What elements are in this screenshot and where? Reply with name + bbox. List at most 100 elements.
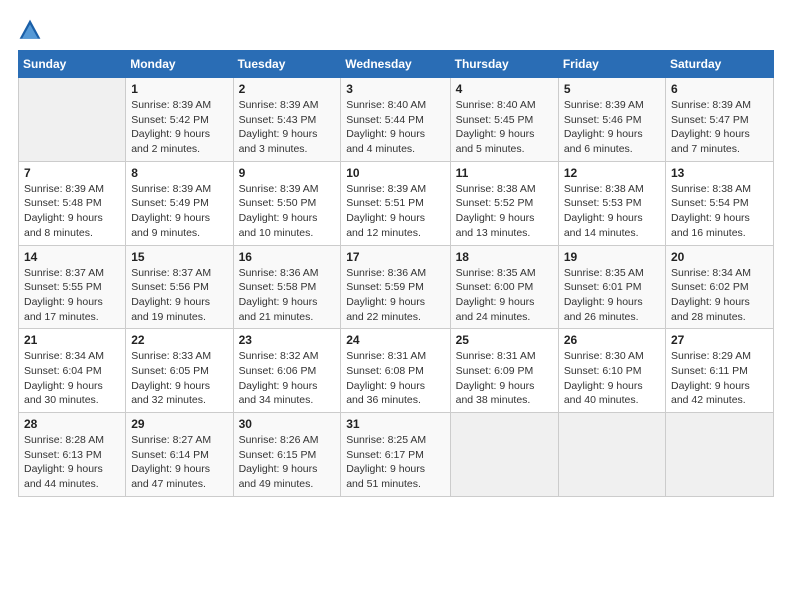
day-info: Sunrise: 8:29 AMSunset: 6:11 PMDaylight:… bbox=[671, 349, 768, 408]
day-info: Sunrise: 8:37 AMSunset: 5:56 PMDaylight:… bbox=[131, 266, 227, 325]
calendar-cell: 10 Sunrise: 8:39 AMSunset: 5:51 PMDayligh… bbox=[341, 161, 450, 245]
day-info: Sunrise: 8:39 AMSunset: 5:47 PMDaylight:… bbox=[671, 98, 768, 157]
day-info: Sunrise: 8:32 AMSunset: 6:06 PMDaylight:… bbox=[239, 349, 336, 408]
day-number: 9 bbox=[239, 166, 336, 180]
day-number: 15 bbox=[131, 250, 227, 264]
calendar-cell bbox=[450, 413, 558, 497]
day-info: Sunrise: 8:35 AMSunset: 6:00 PMDaylight:… bbox=[456, 266, 553, 325]
day-number: 13 bbox=[671, 166, 768, 180]
day-number: 20 bbox=[671, 250, 768, 264]
weekday-header-saturday: Saturday bbox=[666, 51, 774, 78]
calendar-cell: 31Sunrise: 8:25 AMSunset: 6:17 PMDayligh… bbox=[341, 413, 450, 497]
calendar-cell: 13 Sunrise: 8:38 AMSunset: 5:54 PMDayligh… bbox=[666, 161, 774, 245]
calendar-table: SundayMondayTuesdayWednesdayThursdayFrid… bbox=[18, 50, 774, 497]
calendar-cell: 24Sunrise: 8:31 AMSunset: 6:08 PMDayligh… bbox=[341, 329, 450, 413]
calendar-cell bbox=[558, 413, 665, 497]
day-info: Sunrise: 8:34 AMSunset: 6:02 PMDaylight:… bbox=[671, 266, 768, 325]
day-info: Sunrise: 8:35 AMSunset: 6:01 PMDaylight:… bbox=[564, 266, 660, 325]
day-number: 14 bbox=[24, 250, 120, 264]
day-number: 26 bbox=[564, 333, 660, 347]
day-info: Sunrise: 8:39 AMSunset: 5:51 PMDaylight:… bbox=[346, 182, 444, 241]
calendar-cell: 21 Sunrise: 8:34 AMSunset: 6:04 PMDayligh… bbox=[19, 329, 126, 413]
calendar-cell bbox=[666, 413, 774, 497]
day-info: Sunrise: 8:38 AMSunset: 5:54 PMDaylight:… bbox=[671, 182, 768, 241]
weekday-header-wednesday: Wednesday bbox=[341, 51, 450, 78]
day-info: Sunrise: 8:30 AMSunset: 6:10 PMDaylight:… bbox=[564, 349, 660, 408]
day-number: 3 bbox=[346, 82, 444, 96]
day-info: Sunrise: 8:39 AMSunset: 5:43 PMDaylight:… bbox=[239, 98, 336, 157]
calendar-cell: 7Sunrise: 8:39 AMSunset: 5:48 PMDaylight… bbox=[19, 161, 126, 245]
day-number: 28 bbox=[24, 417, 120, 431]
day-info: Sunrise: 8:39 AMSunset: 5:42 PMDaylight:… bbox=[131, 98, 227, 157]
day-number: 19 bbox=[564, 250, 660, 264]
calendar-cell: 2 Sunrise: 8:39 AMSunset: 5:43 PMDaylight… bbox=[233, 78, 341, 162]
day-number: 11 bbox=[456, 166, 553, 180]
calendar-cell: 17 Sunrise: 8:36 AMSunset: 5:59 PMDayligh… bbox=[341, 245, 450, 329]
day-info: Sunrise: 8:39 AMSunset: 5:49 PMDaylight:… bbox=[131, 182, 227, 241]
calendar-body: 1Sunrise: 8:39 AMSunset: 5:42 PMDaylight… bbox=[19, 78, 774, 497]
calendar-cell: 9Sunrise: 8:39 AMSunset: 5:50 PMDaylight… bbox=[233, 161, 341, 245]
calendar-cell: 28 Sunrise: 8:28 AMSunset: 6:13 PMDayligh… bbox=[19, 413, 126, 497]
calendar-header: SundayMondayTuesdayWednesdayThursdayFrid… bbox=[19, 51, 774, 78]
calendar-cell bbox=[19, 78, 126, 162]
day-info: Sunrise: 8:36 AMSunset: 5:59 PMDaylight:… bbox=[346, 266, 444, 325]
calendar-cell: 11 Sunrise: 8:38 AMSunset: 5:52 PMDayligh… bbox=[450, 161, 558, 245]
calendar-cell: 6 Sunrise: 8:39 AMSunset: 5:47 PMDaylight… bbox=[666, 78, 774, 162]
calendar-cell: 14 Sunrise: 8:37 AMSunset: 5:55 PMDayligh… bbox=[19, 245, 126, 329]
calendar-cell: 16 Sunrise: 8:36 AMSunset: 5:58 PMDayligh… bbox=[233, 245, 341, 329]
day-number: 12 bbox=[564, 166, 660, 180]
day-number: 25 bbox=[456, 333, 553, 347]
calendar-cell: 8 Sunrise: 8:39 AMSunset: 5:49 PMDaylight… bbox=[126, 161, 233, 245]
day-number: 30 bbox=[239, 417, 336, 431]
day-number: 6 bbox=[671, 82, 768, 96]
calendar-cell: 5 Sunrise: 8:39 AMSunset: 5:46 PMDaylight… bbox=[558, 78, 665, 162]
day-number: 23 bbox=[239, 333, 336, 347]
day-info: Sunrise: 8:38 AMSunset: 5:53 PMDaylight:… bbox=[564, 182, 660, 241]
day-number: 16 bbox=[239, 250, 336, 264]
day-number: 21 bbox=[24, 333, 120, 347]
calendar-cell: 3 Sunrise: 8:40 AMSunset: 5:44 PMDaylight… bbox=[341, 78, 450, 162]
day-info: Sunrise: 8:38 AMSunset: 5:52 PMDaylight:… bbox=[456, 182, 553, 241]
day-info: Sunrise: 8:31 AMSunset: 6:09 PMDaylight:… bbox=[456, 349, 553, 408]
day-info: Sunrise: 8:33 AMSunset: 6:05 PMDaylight:… bbox=[131, 349, 227, 408]
calendar-cell: 15 Sunrise: 8:37 AMSunset: 5:56 PMDayligh… bbox=[126, 245, 233, 329]
calendar-cell: 27Sunrise: 8:29 AMSunset: 6:11 PMDayligh… bbox=[666, 329, 774, 413]
day-info: Sunrise: 8:36 AMSunset: 5:58 PMDaylight:… bbox=[239, 266, 336, 325]
calendar-cell: 1Sunrise: 8:39 AMSunset: 5:42 PMDaylight… bbox=[126, 78, 233, 162]
day-info: Sunrise: 8:37 AMSunset: 5:55 PMDaylight:… bbox=[24, 266, 120, 325]
day-number: 31 bbox=[346, 417, 444, 431]
day-info: Sunrise: 8:39 AMSunset: 5:46 PMDaylight:… bbox=[564, 98, 660, 157]
logo-icon bbox=[18, 18, 42, 42]
day-info: Sunrise: 8:40 AMSunset: 5:44 PMDaylight:… bbox=[346, 98, 444, 157]
day-number: 18 bbox=[456, 250, 553, 264]
day-info: Sunrise: 8:28 AMSunset: 6:13 PMDaylight:… bbox=[24, 433, 120, 492]
day-number: 7 bbox=[24, 166, 120, 180]
calendar-week-2: 7Sunrise: 8:39 AMSunset: 5:48 PMDaylight… bbox=[19, 161, 774, 245]
day-number: 5 bbox=[564, 82, 660, 96]
day-number: 29 bbox=[131, 417, 227, 431]
calendar-week-1: 1Sunrise: 8:39 AMSunset: 5:42 PMDaylight… bbox=[19, 78, 774, 162]
page-header bbox=[18, 18, 774, 42]
calendar-week-4: 21 Sunrise: 8:34 AMSunset: 6:04 PMDayligh… bbox=[19, 329, 774, 413]
day-info: Sunrise: 8:34 AMSunset: 6:04 PMDaylight:… bbox=[24, 349, 120, 408]
calendar-cell: 29Sunrise: 8:27 AMSunset: 6:14 PMDayligh… bbox=[126, 413, 233, 497]
day-number: 2 bbox=[239, 82, 336, 96]
weekday-header-sunday: Sunday bbox=[19, 51, 126, 78]
day-number: 8 bbox=[131, 166, 227, 180]
calendar-cell: 20 Sunrise: 8:34 AMSunset: 6:02 PMDayligh… bbox=[666, 245, 774, 329]
weekday-header-friday: Friday bbox=[558, 51, 665, 78]
day-number: 10 bbox=[346, 166, 444, 180]
calendar-cell: 26 Sunrise: 8:30 AMSunset: 6:10 PMDayligh… bbox=[558, 329, 665, 413]
calendar-cell: 4Sunrise: 8:40 AMSunset: 5:45 PMDaylight… bbox=[450, 78, 558, 162]
calendar-cell: 22Sunrise: 8:33 AMSunset: 6:05 PMDayligh… bbox=[126, 329, 233, 413]
calendar-cell: 18 Sunrise: 8:35 AMSunset: 6:00 PMDayligh… bbox=[450, 245, 558, 329]
weekday-header-thursday: Thursday bbox=[450, 51, 558, 78]
logo bbox=[18, 18, 44, 42]
weekday-header-monday: Monday bbox=[126, 51, 233, 78]
weekday-header-tuesday: Tuesday bbox=[233, 51, 341, 78]
calendar-cell: 25 Sunrise: 8:31 AMSunset: 6:09 PMDayligh… bbox=[450, 329, 558, 413]
day-number: 4 bbox=[456, 82, 553, 96]
calendar-week-3: 14 Sunrise: 8:37 AMSunset: 5:55 PMDayligh… bbox=[19, 245, 774, 329]
calendar-cell: 23 Sunrise: 8:32 AMSunset: 6:06 PMDayligh… bbox=[233, 329, 341, 413]
day-number: 17 bbox=[346, 250, 444, 264]
